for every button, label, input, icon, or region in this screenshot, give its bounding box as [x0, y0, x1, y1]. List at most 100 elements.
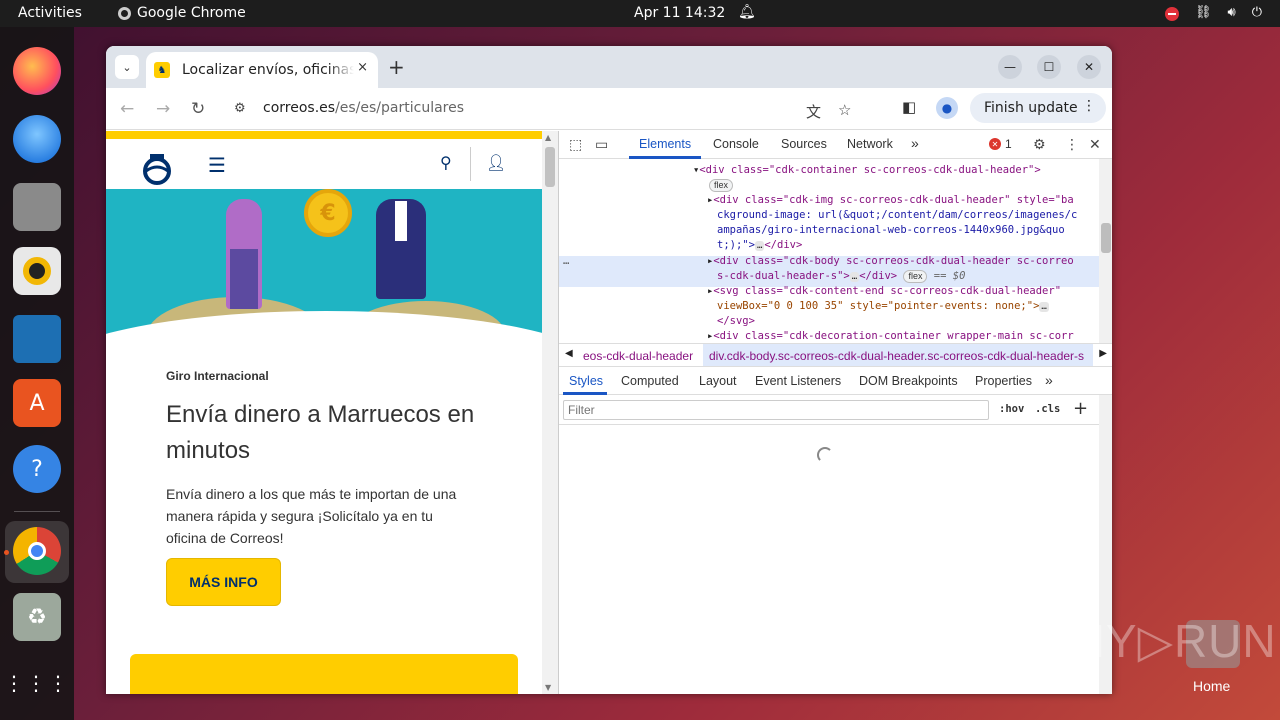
- notification-bell-icon[interactable]: 🔔︎: [738, 4, 756, 20]
- dom-line: t;);">… </div>: [717, 238, 802, 253]
- flex-badge[interactable]: flex: [903, 270, 928, 283]
- styles-filter-input[interactable]: [563, 400, 989, 420]
- forward-button[interactable]: →: [156, 99, 170, 119]
- collapsed-ellipsis[interactable]: …: [1039, 302, 1049, 312]
- tab-console[interactable]: Console: [713, 137, 759, 151]
- close-devtools-icon[interactable]: ✕: [1089, 137, 1101, 153]
- inspect-element-icon[interactable]: ⬚: [569, 137, 582, 153]
- devtools-menu-icon[interactable]: ⋮: [1065, 137, 1079, 153]
- dom-close-tag: </div>: [764, 239, 803, 251]
- error-icon: ✕: [989, 138, 1001, 150]
- tab-sources[interactable]: Sources: [781, 137, 827, 151]
- tab-elements[interactable]: Elements: [639, 137, 691, 151]
- app-center-icon[interactable]: A: [13, 379, 61, 427]
- more-tabs-icon[interactable]: »: [911, 135, 919, 151]
- apps-grid-icon[interactable]: ⋮⋮⋮: [4, 659, 68, 707]
- clock[interactable]: Apr 11 14:32: [634, 5, 725, 21]
- site-info-icon[interactable]: ⚙: [234, 101, 246, 116]
- trash-icon[interactable]: ♻: [13, 593, 61, 641]
- tab-dom-breakpoints[interactable]: DOM Breakpoints: [859, 374, 958, 388]
- correos-logo-icon[interactable]: [138, 151, 176, 185]
- tab-close-icon[interactable]: ×: [357, 60, 368, 75]
- url-host: correos.es: [263, 100, 336, 116]
- dom-scroll-thumb[interactable]: [1101, 223, 1111, 253]
- dom-line[interactable]: ▸<div class="cdk-decoration-container wr…: [707, 329, 1074, 343]
- running-indicator: [4, 550, 9, 555]
- help-icon[interactable]: ?: [13, 445, 61, 493]
- tab-event-listeners[interactable]: Event Listeners: [755, 374, 841, 388]
- finish-update-button[interactable]: Finish update ⋮: [970, 93, 1106, 123]
- tab-correos[interactable]: ♞ Localizar envíos, oficinas ×: [146, 52, 378, 88]
- breadcrumb-item[interactable]: eos-cdk-dual-header: [583, 349, 693, 363]
- scroll-down-icon[interactable]: ▼: [545, 683, 551, 692]
- device-toolbar-icon[interactable]: ▭: [595, 137, 608, 153]
- firefox-icon[interactable]: [13, 47, 61, 95]
- promo-content: Giro Internacional Envía dinero a Marrue…: [166, 369, 496, 549]
- flex-badge[interactable]: flex: [709, 179, 734, 192]
- settings-gear-icon[interactable]: ⚙: [1033, 137, 1046, 153]
- bookmark-star-icon[interactable]: ☆: [838, 101, 851, 119]
- maximize-button[interactable]: ☐: [1037, 55, 1061, 79]
- tab-styles[interactable]: Styles: [569, 374, 603, 388]
- scroll-up-icon[interactable]: ▲: [545, 133, 551, 142]
- profile-avatar-icon[interactable]: ●: [936, 97, 958, 119]
- user-account-icon[interactable]: 👤︎: [486, 153, 506, 172]
- address-bar[interactable]: ⚙ correos.es/es/es/particulares 文 ☆: [226, 92, 966, 126]
- side-panel-icon[interactable]: ◧: [902, 98, 916, 116]
- breadcrumb-item-active[interactable]: div.cdk-body.sc-correos-cdk-dual-header.…: [703, 344, 1093, 366]
- activities-button[interactable]: Activities: [18, 5, 82, 21]
- top-bar: Activities Google Chrome Apr 11 14:32 🔔︎…: [0, 0, 1280, 27]
- dom-attr-value: t;);">: [717, 239, 755, 251]
- chrome-icon[interactable]: [13, 527, 61, 575]
- home-label: Home: [1193, 678, 1231, 694]
- dom-tree[interactable]: ▾<div class="cdk-container sc-correos-cd…: [559, 159, 1099, 343]
- error-counter[interactable]: ✕ 1: [989, 137, 1012, 151]
- web-page: ☰ ⚲ 👤︎ € Giro Internacional Envía dinero…: [106, 131, 542, 694]
- dom-line[interactable]: ▾<div class="cdk-container sc-correos-cd…: [693, 163, 1041, 178]
- files-icon[interactable]: [13, 183, 61, 231]
- tab-properties[interactable]: Properties: [975, 374, 1032, 388]
- dom-attr-value: ckground-image: url(&quot;/content/dam/c…: [717, 209, 1078, 221]
- collapsed-ellipsis[interactable]: …: [849, 272, 860, 282]
- page-scroll-thumb[interactable]: [545, 147, 555, 187]
- search-icon[interactable]: ⚲: [440, 153, 452, 172]
- back-button[interactable]: ←: [120, 99, 134, 119]
- rhythmbox-icon[interactable]: [13, 247, 61, 295]
- breadcrumb-left-icon[interactable]: ◀: [565, 348, 573, 359]
- tab-layout[interactable]: Layout: [699, 374, 737, 388]
- translate-icon[interactable]: 文: [806, 101, 821, 122]
- app-menu[interactable]: Google Chrome: [118, 5, 246, 21]
- network-icon: ⛓: [1194, 5, 1212, 20]
- writer-icon[interactable]: [13, 315, 61, 363]
- power-icon: ⏻: [1251, 5, 1262, 20]
- reload-button[interactable]: ↻: [191, 99, 205, 119]
- cls-toggle[interactable]: .cls: [1035, 403, 1060, 415]
- close-window-button[interactable]: ✕: [1077, 55, 1101, 79]
- devtools-panel: ⬚ ▭ Elements Console Sources Network » ✕…: [558, 131, 1112, 694]
- row-dots[interactable]: …: [563, 254, 569, 269]
- system-tray[interactable]: ⛓ 🔊︎ ⏻: [1164, 5, 1262, 21]
- dom-line[interactable]: ▸<div class="cdk-img sc-correos-cdk-dual…: [707, 193, 1074, 208]
- new-tab-button[interactable]: +: [388, 55, 405, 79]
- chrome-menu-icon[interactable]: ⋮: [1082, 98, 1096, 114]
- tab-computed[interactable]: Computed: [621, 374, 679, 388]
- collapsed-ellipsis[interactable]: …: [754, 241, 765, 251]
- dom-line: ckground-image: url(&quot;/content/dam/c…: [717, 208, 1077, 223]
- menu-hamburger-icon[interactable]: ☰: [208, 153, 226, 177]
- minimize-button[interactable]: —: [998, 55, 1022, 79]
- add-rule-icon[interactable]: +: [1073, 398, 1088, 419]
- page-scrollbar[interactable]: ▲ ▼: [542, 131, 558, 694]
- tab-network[interactable]: Network: [847, 137, 893, 151]
- dom-line-selected[interactable]: ▸<div class="cdk-body sc-correos-cdk-dua…: [707, 254, 1074, 269]
- app-name-label: Google Chrome: [137, 5, 246, 21]
- volume-icon: 🔊︎: [1227, 5, 1236, 20]
- url-text[interactable]: correos.es/es/es/particulares: [263, 100, 464, 116]
- dom-line[interactable]: ▸<svg class="cdk-content-end sc-correos-…: [707, 284, 1061, 299]
- tab-search-button[interactable]: ⌄: [115, 55, 139, 79]
- breadcrumb-right-icon[interactable]: ▶: [1099, 348, 1107, 359]
- mas-info-button[interactable]: MÁS INFO: [166, 558, 281, 606]
- thunderbird-icon[interactable]: [13, 115, 61, 163]
- more-subtabs-icon[interactable]: »: [1045, 372, 1053, 388]
- hov-toggle[interactable]: :hov: [999, 403, 1024, 415]
- dom-scrollbar[interactable]: [1099, 159, 1112, 343]
